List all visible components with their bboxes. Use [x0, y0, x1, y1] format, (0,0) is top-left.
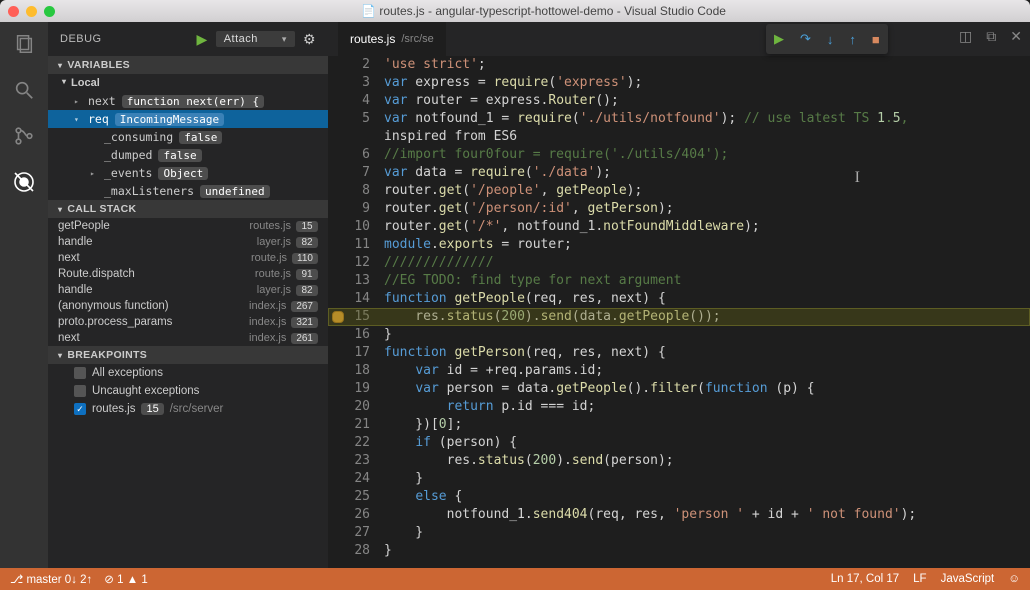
tab-bar: routes.js/src/se [328, 22, 1030, 56]
callstack-row[interactable]: nextindex.js261 [48, 330, 328, 346]
debug-sidebar: DEBUG ▶ Attach ⚙ VARIABLES Local ▸next f… [48, 22, 328, 568]
breakpoints-header[interactable]: BREAKPOINTS [48, 346, 328, 364]
callstack-row[interactable]: handlelayer.js82 [48, 234, 328, 250]
window-controls [8, 6, 55, 17]
split-editor-icon[interactable]: ◫ [959, 28, 972, 45]
callstack-row[interactable]: nextroute.js110 [48, 250, 328, 266]
step-out-button[interactable]: ↑ [849, 32, 856, 47]
callstack-header[interactable]: CALL STACK [48, 200, 328, 218]
close-window[interactable] [8, 6, 19, 17]
var-events[interactable]: ▸_events Object [48, 164, 328, 182]
git-icon[interactable] [10, 122, 38, 150]
var-req[interactable]: ▾req IncomingMessage [48, 110, 328, 128]
step-into-button[interactable]: ↓ [827, 32, 834, 47]
activity-bar [0, 22, 48, 568]
code-area[interactable]: 2345678910111213141516171819202122232425… [328, 56, 1030, 568]
callstack-row[interactable]: handlelayer.js82 [48, 282, 328, 298]
tab-routes[interactable]: routes.js/src/se [338, 22, 446, 56]
editor: routes.js/src/se ▶ ↷ ↓ ↑ ■ ◫ ⧉ ✕ I 23456… [328, 22, 1030, 568]
scope-local[interactable]: Local [48, 74, 328, 92]
titlebar: routes.js - angular-typescript-hottowel-… [0, 0, 1030, 22]
bp-file[interactable]: ✓routes.js 15 /src/server [48, 400, 328, 418]
eol-indicator[interactable]: LF [913, 573, 926, 585]
search-icon[interactable] [10, 76, 38, 104]
stop-button[interactable]: ■ [872, 32, 880, 47]
git-branch[interactable]: ⎇ master 0↓ 2↑ [10, 572, 92, 586]
var-maxlisteners[interactable]: _maxListeners undefined [48, 182, 328, 200]
open-changes-icon[interactable]: ⧉ [986, 28, 996, 45]
maximize-window[interactable] [44, 6, 55, 17]
debug-toolbar: ▶ ↷ ↓ ↑ ■ [766, 24, 888, 54]
debug-label: DEBUG [60, 33, 102, 45]
var-next[interactable]: ▸next function next(err) { [48, 92, 328, 110]
step-over-button[interactable]: ↷ [800, 31, 811, 47]
language-mode[interactable]: JavaScript [941, 573, 995, 585]
feedback-icon[interactable]: ☺ [1008, 573, 1020, 585]
debug-icon[interactable] [10, 168, 38, 196]
status-bar: ⎇ master 0↓ 2↑ ⊘ 1 ▲ 1 Ln 17, Col 17 LF … [0, 568, 1030, 590]
debug-config-select[interactable]: Attach [216, 31, 295, 47]
var-consuming[interactable]: _consuming false [48, 128, 328, 146]
cursor-position[interactable]: Ln 17, Col 17 [831, 573, 899, 585]
var-dumped[interactable]: _dumped false [48, 146, 328, 164]
variables-header[interactable]: VARIABLES [48, 56, 328, 74]
continue-button[interactable]: ▶ [774, 31, 784, 47]
bp-all-exceptions[interactable]: All exceptions [48, 364, 328, 382]
close-editor-icon[interactable]: ✕ [1010, 28, 1022, 45]
editor-actions: ◫ ⧉ ✕ [959, 28, 1022, 45]
explorer-icon[interactable] [10, 30, 38, 58]
problems[interactable]: ⊘ 1 ▲ 1 [104, 572, 147, 586]
minimize-window[interactable] [26, 6, 37, 17]
callstack-row[interactable]: proto.process_paramsindex.js321 [48, 314, 328, 330]
window-title: routes.js - angular-typescript-hottowel-… [65, 4, 1022, 18]
debug-settings-icon[interactable]: ⚙ [303, 31, 316, 48]
bp-uncaught-exceptions[interactable]: Uncaught exceptions [48, 382, 328, 400]
callstack-row[interactable]: (anonymous function)index.js267 [48, 298, 328, 314]
callstack-row[interactable]: getPeopleroutes.js15 [48, 218, 328, 234]
start-debug-button[interactable]: ▶ [196, 31, 207, 48]
callstack-row[interactable]: Route.dispatchroute.js91 [48, 266, 328, 282]
